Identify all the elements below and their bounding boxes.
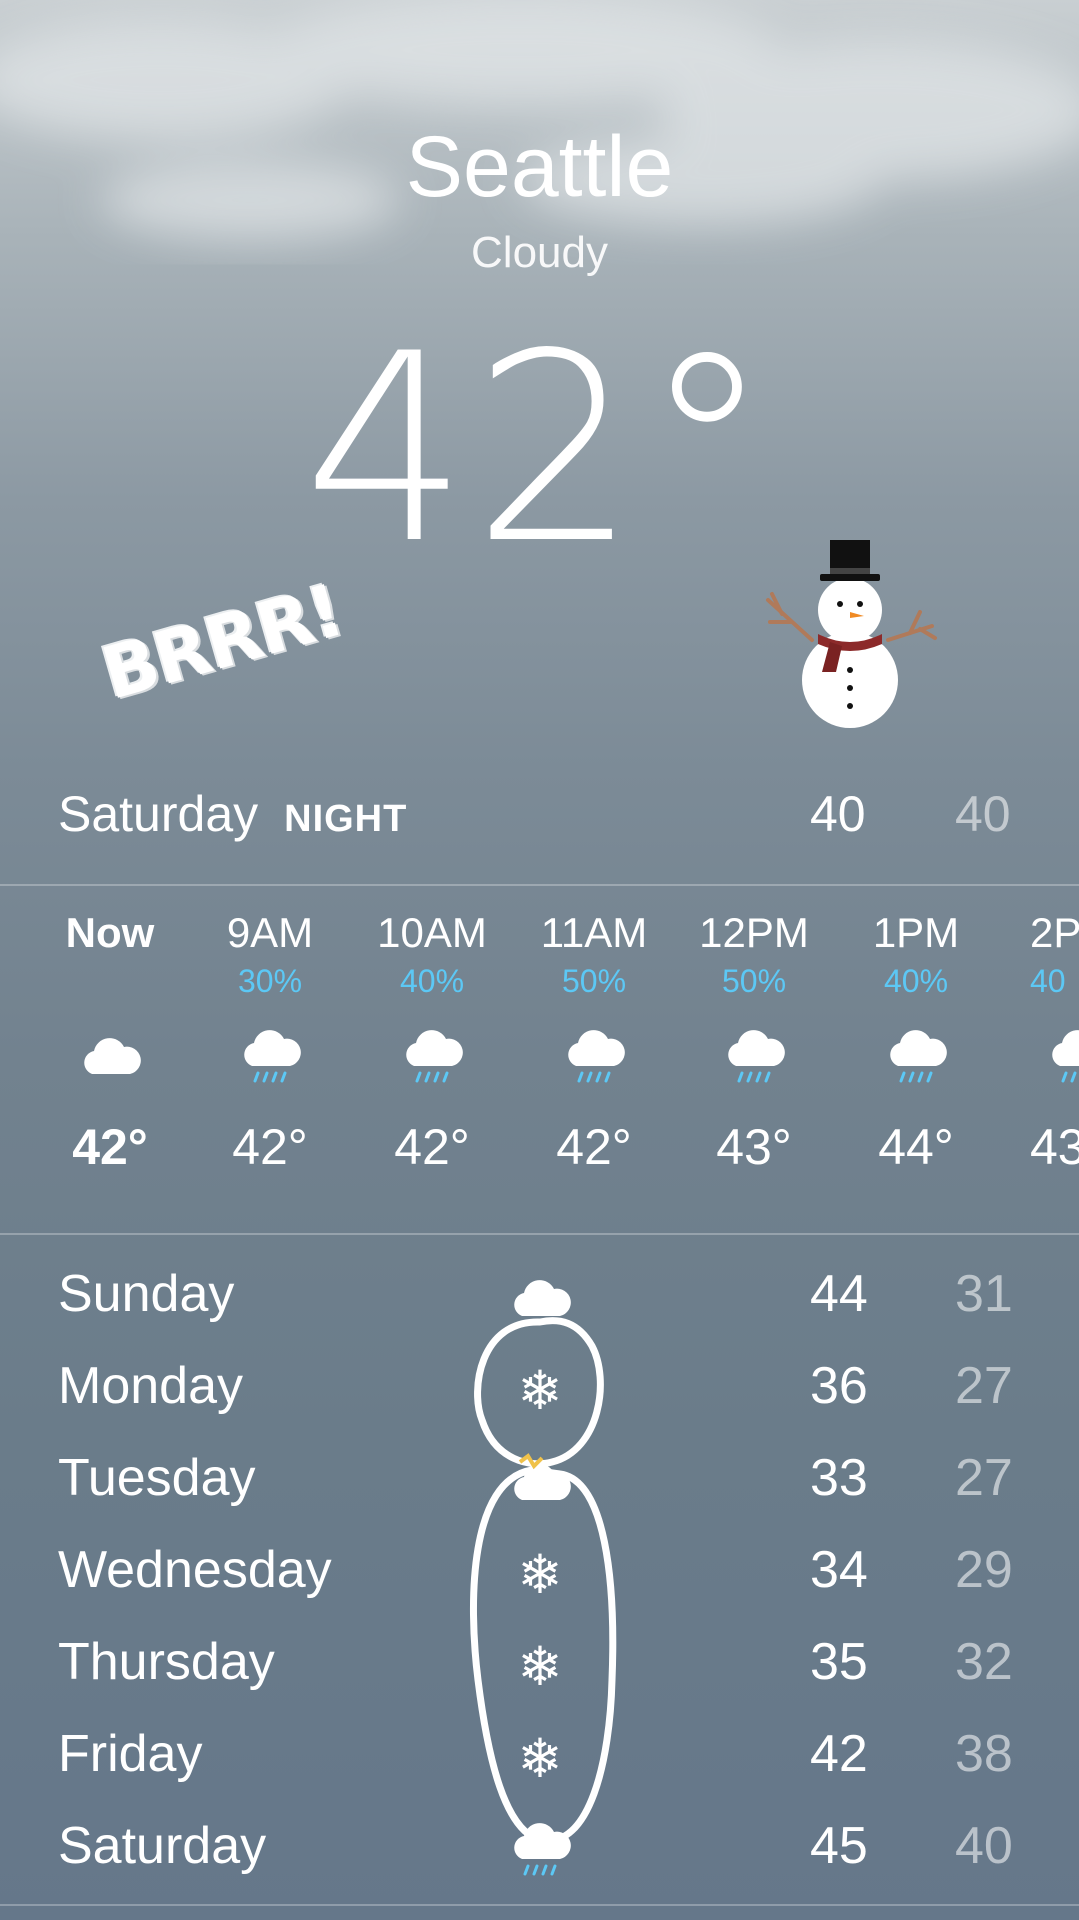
today-low: 40 <box>955 786 1011 842</box>
hour-time: 2P <box>1030 909 1079 956</box>
hour-item: 1PM 40% 44° <box>846 905 986 1183</box>
daily-high: 34 <box>810 1541 868 1599</box>
daily-high: 44 <box>810 1265 868 1323</box>
daily-day: Friday <box>58 1725 203 1783</box>
cloud-rain-icon <box>846 1001 986 1111</box>
daily-row: Sunday 44 31 <box>0 1252 1079 1344</box>
hour-time: 1PM <box>872 909 960 956</box>
cloud-rain-icon <box>500 1810 580 1890</box>
daily-day: Monday <box>58 1357 243 1415</box>
hour-temp: 43 <box>1030 1119 1079 1175</box>
today-high: 40 <box>810 786 866 842</box>
hour-precip: 40% <box>399 963 465 999</box>
hour-time: 12PM <box>699 909 809 956</box>
hour-precip: 50% <box>561 963 627 999</box>
cloud-icon <box>500 1258 580 1338</box>
daily-row: Friday ❄ 42 38 <box>0 1712 1079 1804</box>
daily-low: 32 <box>955 1633 1013 1691</box>
city-name: Seattle <box>405 119 674 215</box>
cloud-rain-icon <box>524 1001 664 1111</box>
hour-item: Now 42° <box>40 905 180 1183</box>
divider-bottom <box>0 1904 1079 1906</box>
snowman-icon <box>766 540 937 728</box>
daily-row: Monday ❄ 36 27 <box>0 1344 1079 1436</box>
hour-precip: 40% <box>883 963 949 999</box>
daily-high: 45 <box>810 1817 868 1875</box>
today-period: NIGHT <box>284 798 408 840</box>
daily-row: Wednesday ❄ 34 29 <box>0 1528 1079 1620</box>
daily-low: 27 <box>955 1357 1013 1415</box>
cloud-rain-icon <box>362 1001 502 1111</box>
cloud-icon <box>500 1442 580 1522</box>
hour-temp: 42° <box>232 1119 308 1175</box>
hour-item: 9AM 30% 42° <box>200 905 340 1183</box>
cloud-rain-icon <box>1046 1001 1079 1111</box>
divider-top <box>0 884 1079 886</box>
daily-day: Tuesday <box>58 1449 256 1507</box>
hour-item: 2P 40 43 <box>1006 905 1079 1183</box>
daily-day: Sunday <box>58 1265 235 1323</box>
daily-row: Tuesday 33 27 <box>0 1436 1079 1528</box>
hour-time: 11AM <box>540 909 648 956</box>
hour-item: 10AM 40% 42° <box>362 905 502 1183</box>
daily-high: 35 <box>810 1633 868 1691</box>
daily-row: Thursday ❄ 35 32 <box>0 1620 1079 1712</box>
divider-middle <box>0 1233 1079 1235</box>
cloud-icon <box>40 1001 180 1111</box>
hour-time: Now <box>65 909 155 956</box>
daily-low: 38 <box>955 1725 1013 1783</box>
hour-temp: 43° <box>716 1119 792 1175</box>
cloud-rain-icon <box>200 1001 340 1111</box>
hourly-forecast[interactable]: Now 42° 9AM 30% 42° 10AM 40% 42° 11AM 50… <box>0 905 1079 1225</box>
hour-time: 10AM <box>377 909 487 956</box>
hour-temp: 42° <box>556 1119 632 1175</box>
daily-day: Thursday <box>58 1633 275 1691</box>
hour-temp: 42° <box>72 1119 148 1175</box>
hour-temp: 42° <box>394 1119 470 1175</box>
cloud-rain-icon <box>684 1001 824 1111</box>
brrr-sticker: BRRR! <box>93 567 351 717</box>
daily-low: 31 <box>955 1265 1013 1323</box>
daily-low: 27 <box>955 1449 1013 1507</box>
hour-item: 11AM 50% 42° <box>524 905 664 1183</box>
hour-item: 12PM 50% 43° <box>684 905 824 1183</box>
daily-day: Saturday <box>58 1817 267 1875</box>
daily-row: Saturday 45 40 <box>0 1804 1079 1896</box>
hour-precip: 30% <box>237 963 303 999</box>
daily-day: Wednesday <box>58 1541 332 1599</box>
hour-temp: 44° <box>878 1119 954 1175</box>
hour-precip: 40 <box>1030 963 1066 999</box>
hour-time: 9AM <box>226 909 314 956</box>
daily-high: 33 <box>810 1449 868 1507</box>
snowflake-icon: ❄ <box>517 1360 563 1421</box>
today-day: Saturday <box>58 786 259 842</box>
daily-high: 36 <box>810 1357 868 1415</box>
current-condition: Cloudy <box>471 228 608 277</box>
snowflake-icon: ❄ <box>517 1636 563 1697</box>
snowflake-icon: ❄ <box>517 1544 563 1605</box>
hour-precip: 50% <box>721 963 787 999</box>
today-label: Saturday NIGHT <box>58 785 407 843</box>
daily-high: 42 <box>810 1725 868 1783</box>
daily-low: 40 <box>955 1817 1013 1875</box>
hour-precip <box>40 961 180 1001</box>
daily-low: 29 <box>955 1541 1013 1599</box>
snowflake-icon: ❄ <box>517 1728 563 1789</box>
